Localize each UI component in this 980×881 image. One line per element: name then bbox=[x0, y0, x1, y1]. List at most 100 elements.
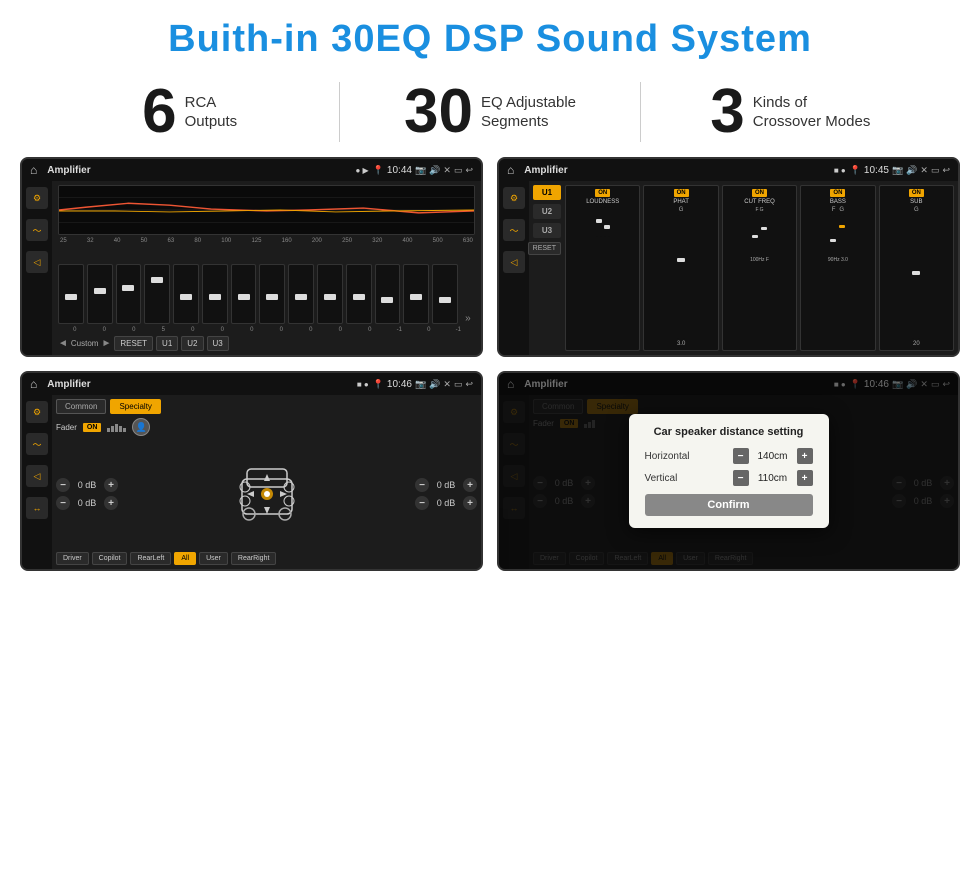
time-3: 10:46 bbox=[387, 379, 412, 390]
fader-bar-2 bbox=[111, 426, 114, 432]
minus-btn-3[interactable]: − bbox=[415, 478, 429, 492]
fader-bar-5 bbox=[123, 428, 126, 432]
eq-expand-icon[interactable]: » bbox=[461, 313, 475, 324]
amp-reset-btn[interactable]: RESET bbox=[528, 242, 561, 255]
screen3-content: ⚙ 〜 ◁ ↔ Common Specialty Fader ON bbox=[22, 395, 481, 569]
eq-icon-3[interactable]: ⚙ bbox=[26, 401, 48, 423]
dialog-vertical-row: Vertical − 110cm + bbox=[645, 470, 813, 486]
freq-40: 40 bbox=[114, 238, 121, 244]
db-val-3: 0 dB bbox=[432, 480, 460, 490]
eq-slider-12[interactable] bbox=[375, 264, 401, 324]
db-val-2: 0 dB bbox=[73, 498, 101, 508]
sub-label: SUB bbox=[910, 199, 922, 205]
status-icons-3: 📍 10:46 📷 🔊 ✕ ▭ ↩ bbox=[373, 379, 473, 390]
eq-slider-11[interactable] bbox=[346, 264, 372, 324]
dialog-vertical-plus[interactable]: + bbox=[797, 470, 813, 486]
eq-custom-label: Custom bbox=[71, 339, 99, 348]
plus-btn-1[interactable]: + bbox=[104, 478, 118, 492]
plus-btn-4[interactable]: + bbox=[463, 496, 477, 510]
dialog-box: Car speaker distance setting Horizontal … bbox=[629, 414, 829, 528]
eq-u2-btn[interactable]: U2 bbox=[181, 336, 203, 351]
home-icon-2[interactable]: ⌂ bbox=[507, 163, 514, 177]
dialog-horizontal-minus[interactable]: − bbox=[733, 448, 749, 464]
dialog-overlay: Car speaker distance setting Horizontal … bbox=[499, 373, 958, 569]
vol-icon-2[interactable]: ◁ bbox=[503, 251, 525, 273]
dot-icons-3: ■ ● bbox=[357, 380, 369, 389]
btn-copilot[interactable]: Copilot bbox=[92, 552, 128, 565]
btn-all[interactable]: All bbox=[174, 552, 196, 565]
minus-btn-1[interactable]: − bbox=[56, 478, 70, 492]
eq-icon-2[interactable]: ⚙ bbox=[503, 187, 525, 209]
screen1-title: Amplifier bbox=[47, 165, 351, 176]
db-val-1: 0 dB bbox=[73, 480, 101, 490]
btn-driver[interactable]: Driver bbox=[56, 552, 89, 565]
wave-icon-2[interactable]: 〜 bbox=[503, 219, 525, 241]
btn-user[interactable]: User bbox=[199, 552, 228, 565]
phat-on: ON bbox=[674, 189, 689, 197]
minus-btn-2[interactable]: − bbox=[56, 496, 70, 510]
plus-btn-3[interactable]: + bbox=[463, 478, 477, 492]
eq-u3-btn[interactable]: U3 bbox=[207, 336, 229, 351]
eq-freq-labels: 25 32 40 50 63 80 100 125 160 200 250 32… bbox=[58, 238, 475, 244]
eq-val-10: 0 bbox=[326, 327, 356, 333]
dialog-vertical-minus[interactable]: − bbox=[733, 470, 749, 486]
screen1-content: ⚙ 〜 ◁ bbox=[22, 181, 481, 355]
eq-icon[interactable]: ⚙ bbox=[26, 187, 48, 209]
tab-specialty[interactable]: Specialty bbox=[110, 399, 160, 414]
side-icons-2: ⚙ 〜 ◁ bbox=[499, 181, 529, 355]
dot-icons-2: ■ ● bbox=[834, 166, 846, 175]
eq-slider-10[interactable] bbox=[317, 264, 343, 324]
expand-icon-3[interactable]: ↔ bbox=[26, 497, 48, 519]
dialog-title: Car speaker distance setting bbox=[645, 426, 813, 438]
vol-icon[interactable]: ◁ bbox=[26, 251, 48, 273]
eq-slider-13[interactable] bbox=[403, 264, 429, 324]
btn-rear-left[interactable]: RearLeft bbox=[130, 552, 171, 565]
preset-u1[interactable]: U1 bbox=[533, 185, 561, 200]
cs-left-controls: − 0 dB + − 0 dB + bbox=[56, 440, 118, 548]
db-row-2: − 0 dB + bbox=[56, 496, 118, 510]
eq-slider-1[interactable] bbox=[58, 264, 84, 324]
screen2-title: Amplifier bbox=[524, 165, 830, 176]
eq-slider-3[interactable] bbox=[116, 264, 142, 324]
eq-slider-2[interactable] bbox=[87, 264, 113, 324]
eq-slider-7[interactable] bbox=[231, 264, 257, 324]
bass-vals: 90Hz 3.0 bbox=[828, 257, 848, 263]
eq-prev-icon[interactable]: ◄ bbox=[58, 338, 68, 349]
eq-slider-9[interactable] bbox=[288, 264, 314, 324]
minus-btn-4[interactable]: − bbox=[415, 496, 429, 510]
camera-icon-2: 📷 bbox=[892, 165, 903, 176]
sub-on: ON bbox=[909, 189, 924, 197]
channel-sub: ON SUB G 20 bbox=[879, 185, 954, 351]
loudness-sliders bbox=[596, 207, 610, 237]
eq-slider-8[interactable] bbox=[259, 264, 285, 324]
tab-common[interactable]: Common bbox=[56, 399, 106, 414]
preset-u3[interactable]: U3 bbox=[533, 223, 561, 238]
fader-bar-3 bbox=[115, 424, 118, 432]
eq-u1-btn[interactable]: U1 bbox=[156, 336, 178, 351]
plus-btn-2[interactable]: + bbox=[104, 496, 118, 510]
home-icon-1[interactable]: ⌂ bbox=[30, 163, 37, 177]
dialog-horizontal-plus[interactable]: + bbox=[797, 448, 813, 464]
profile-icon-3[interactable]: 👤 bbox=[132, 418, 150, 436]
eq-slider-4[interactable] bbox=[144, 264, 170, 324]
btn-rear-right[interactable]: RearRight bbox=[231, 552, 277, 565]
wave-icon[interactable]: 〜 bbox=[26, 219, 48, 241]
vol-icon-3[interactable]: ◁ bbox=[26, 465, 48, 487]
eq-slider-6[interactable] bbox=[202, 264, 228, 324]
eq-val-9: 0 bbox=[296, 327, 326, 333]
dialog-confirm-btn[interactable]: Confirm bbox=[645, 494, 813, 516]
home-icon-3[interactable]: ⌂ bbox=[30, 377, 37, 391]
stat-eq: 30 EQ Adjustable Segments bbox=[360, 81, 619, 143]
preset-u2[interactable]: U2 bbox=[533, 204, 561, 219]
wave-icon-3[interactable]: 〜 bbox=[26, 433, 48, 455]
cutfreq-vals: 100Hz F bbox=[750, 257, 769, 263]
eq-val-1: 0 bbox=[60, 327, 90, 333]
eq-next-icon[interactable]: ► bbox=[101, 338, 111, 349]
eq-reset-btn[interactable]: RESET bbox=[114, 336, 153, 351]
eq-val-12: -1 bbox=[385, 327, 415, 333]
eq-slider-14[interactable] bbox=[432, 264, 458, 324]
eq-slider-5[interactable] bbox=[173, 264, 199, 324]
stat-divider-1 bbox=[339, 82, 340, 142]
status-bar-2: ⌂ Amplifier ■ ● 📍 10:45 📷 🔊 ✕ ▭ ↩ bbox=[499, 159, 958, 181]
location-icon-1: 📍 bbox=[373, 165, 384, 176]
